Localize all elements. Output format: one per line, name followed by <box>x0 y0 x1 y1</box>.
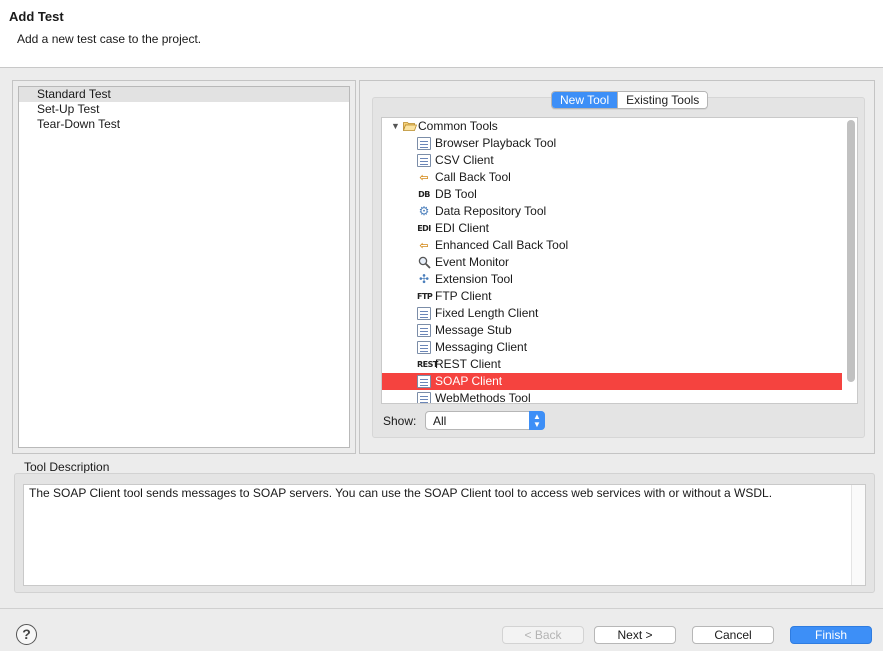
back-button[interactable]: < Back <box>502 626 584 644</box>
show-select[interactable]: All ▲ ▼ <box>425 411 545 430</box>
tool-item-soap-client[interactable]: SOAP Client <box>382 373 842 390</box>
tool-group-box: New Tool Existing Tools ▼ Common Tools B… <box>372 91 865 438</box>
ftp-icon: FTP <box>417 292 433 301</box>
tool-label: FTP Client <box>435 289 492 303</box>
folder-open-icon <box>403 122 417 131</box>
tool-item-enhanced-call-back[interactable]: ⇦ Enhanced Call Back Tool <box>382 237 842 254</box>
tool-label: Fixed Length Client <box>435 306 539 320</box>
tool-item-fixed-length[interactable]: Fixed Length Client <box>382 305 842 322</box>
tool-label: Browser Playback Tool <box>435 136 557 150</box>
messaging-client-icon <box>417 341 431 354</box>
extension-icon: ✣ <box>418 272 430 286</box>
tree-root-label: Common Tools <box>418 119 498 133</box>
tool-item-csv-client[interactable]: CSV Client <box>382 152 842 169</box>
tool-item-call-back[interactable]: ⇦ Call Back Tool <box>382 169 842 186</box>
description-scrollbar[interactable] <box>851 485 865 585</box>
tool-label: WebMethods Tool <box>435 391 531 404</box>
tool-label: Extension Tool <box>435 272 513 286</box>
tool-label: Message Stub <box>435 323 512 337</box>
tool-item-rest-client[interactable]: REST REST Client <box>382 356 842 373</box>
tool-item-data-repository[interactable]: ⚙ Data Repository Tool <box>382 203 842 220</box>
csv-client-icon <box>417 154 431 167</box>
magnifier-icon <box>417 256 431 269</box>
test-type-panel: Standard Test Set-Up Test Tear-Down Test <box>12 80 356 454</box>
tool-panel: New Tool Existing Tools ▼ Common Tools B… <box>359 80 875 454</box>
tool-description-label: Tool Description <box>24 460 110 474</box>
tool-item-message-stub[interactable]: Message Stub <box>382 322 842 339</box>
expand-triangle-icon[interactable]: ▼ <box>391 118 400 135</box>
tool-label: CSV Client <box>435 153 494 167</box>
fixed-length-icon <box>417 307 431 320</box>
test-type-list[interactable]: Standard Test Set-Up Test Tear-Down Test <box>18 86 350 448</box>
tool-item-event-monitor[interactable]: Event Monitor <box>382 254 842 271</box>
tree-node-common-tools[interactable]: ▼ Common Tools <box>382 118 842 135</box>
finish-button[interactable]: Finish <box>790 626 872 644</box>
tool-description-text: The SOAP Client tool sends messages to S… <box>29 486 773 500</box>
footer-divider <box>0 608 883 609</box>
tool-label: Messaging Client <box>435 340 528 354</box>
tool-description-textarea[interactable]: The SOAP Client tool sends messages to S… <box>23 484 866 586</box>
updown-chevron-icon[interactable]: ▲ ▼ <box>529 411 545 430</box>
test-item-setup[interactable]: Set-Up Test <box>19 102 349 117</box>
webmethods-icon <box>417 392 431 403</box>
tree-scrollbar[interactable] <box>847 120 855 401</box>
tool-item-webmethods[interactable]: WebMethods Tool <box>382 390 842 404</box>
browser-playback-icon <box>417 137 431 150</box>
tab-new-tool[interactable]: New Tool <box>552 92 618 108</box>
tree-scrollbar-thumb[interactable] <box>847 120 855 382</box>
tool-label: SOAP Client <box>435 374 503 388</box>
tool-item-extension[interactable]: ✣ Extension Tool <box>382 271 842 288</box>
tool-label: REST Client <box>435 357 501 371</box>
tool-source-tabs: New Tool Existing Tools <box>551 91 709 109</box>
dialog-title: Add Test <box>9 9 64 24</box>
tool-item-browser-playback[interactable]: Browser Playback Tool <box>382 135 842 152</box>
tool-item-ftp-client[interactable]: FTP FTP Client <box>382 288 842 305</box>
dialog-subtitle: Add a new test case to the project. <box>17 32 202 46</box>
test-item-teardown[interactable]: Tear-Down Test <box>19 117 349 132</box>
tool-label: Data Repository Tool <box>435 204 547 218</box>
soap-icon <box>417 375 431 388</box>
tool-label: Event Monitor <box>435 255 510 269</box>
cancel-button[interactable]: Cancel <box>692 626 774 644</box>
tool-label: DB Tool <box>435 187 477 201</box>
help-icon[interactable]: ? <box>16 624 37 645</box>
edi-icon: EDI <box>417 224 431 233</box>
rest-icon: REST <box>417 360 438 369</box>
show-select-value: All <box>433 414 447 428</box>
data-repository-icon: ⚙ <box>418 204 430 218</box>
tool-item-messaging-client[interactable]: Messaging Client <box>382 339 842 356</box>
tab-existing-tools[interactable]: Existing Tools <box>617 92 708 108</box>
show-label: Show: <box>383 414 417 428</box>
db-icon: DB <box>418 190 430 199</box>
call-back-icon: ⇦ <box>419 171 429 184</box>
next-button[interactable]: Next > <box>594 626 676 644</box>
tool-description-panel: The SOAP Client tool sends messages to S… <box>14 473 875 593</box>
dialog-header: Add Test Add a new test case to the proj… <box>0 0 883 68</box>
message-stub-icon <box>417 324 431 337</box>
tool-label: EDI Client <box>435 221 490 235</box>
enhanced-call-back-icon: ⇦ <box>419 239 429 252</box>
tool-label: Call Back Tool <box>435 170 511 184</box>
tool-item-db-tool[interactable]: DB DB Tool <box>382 186 842 203</box>
test-item-standard[interactable]: Standard Test <box>19 87 349 102</box>
tool-tree[interactable]: ▼ Common Tools Browser Playback Tool CSV… <box>381 117 858 404</box>
tool-label: Enhanced Call Back Tool <box>435 238 569 252</box>
tool-item-edi-client[interactable]: EDI EDI Client <box>382 220 842 237</box>
